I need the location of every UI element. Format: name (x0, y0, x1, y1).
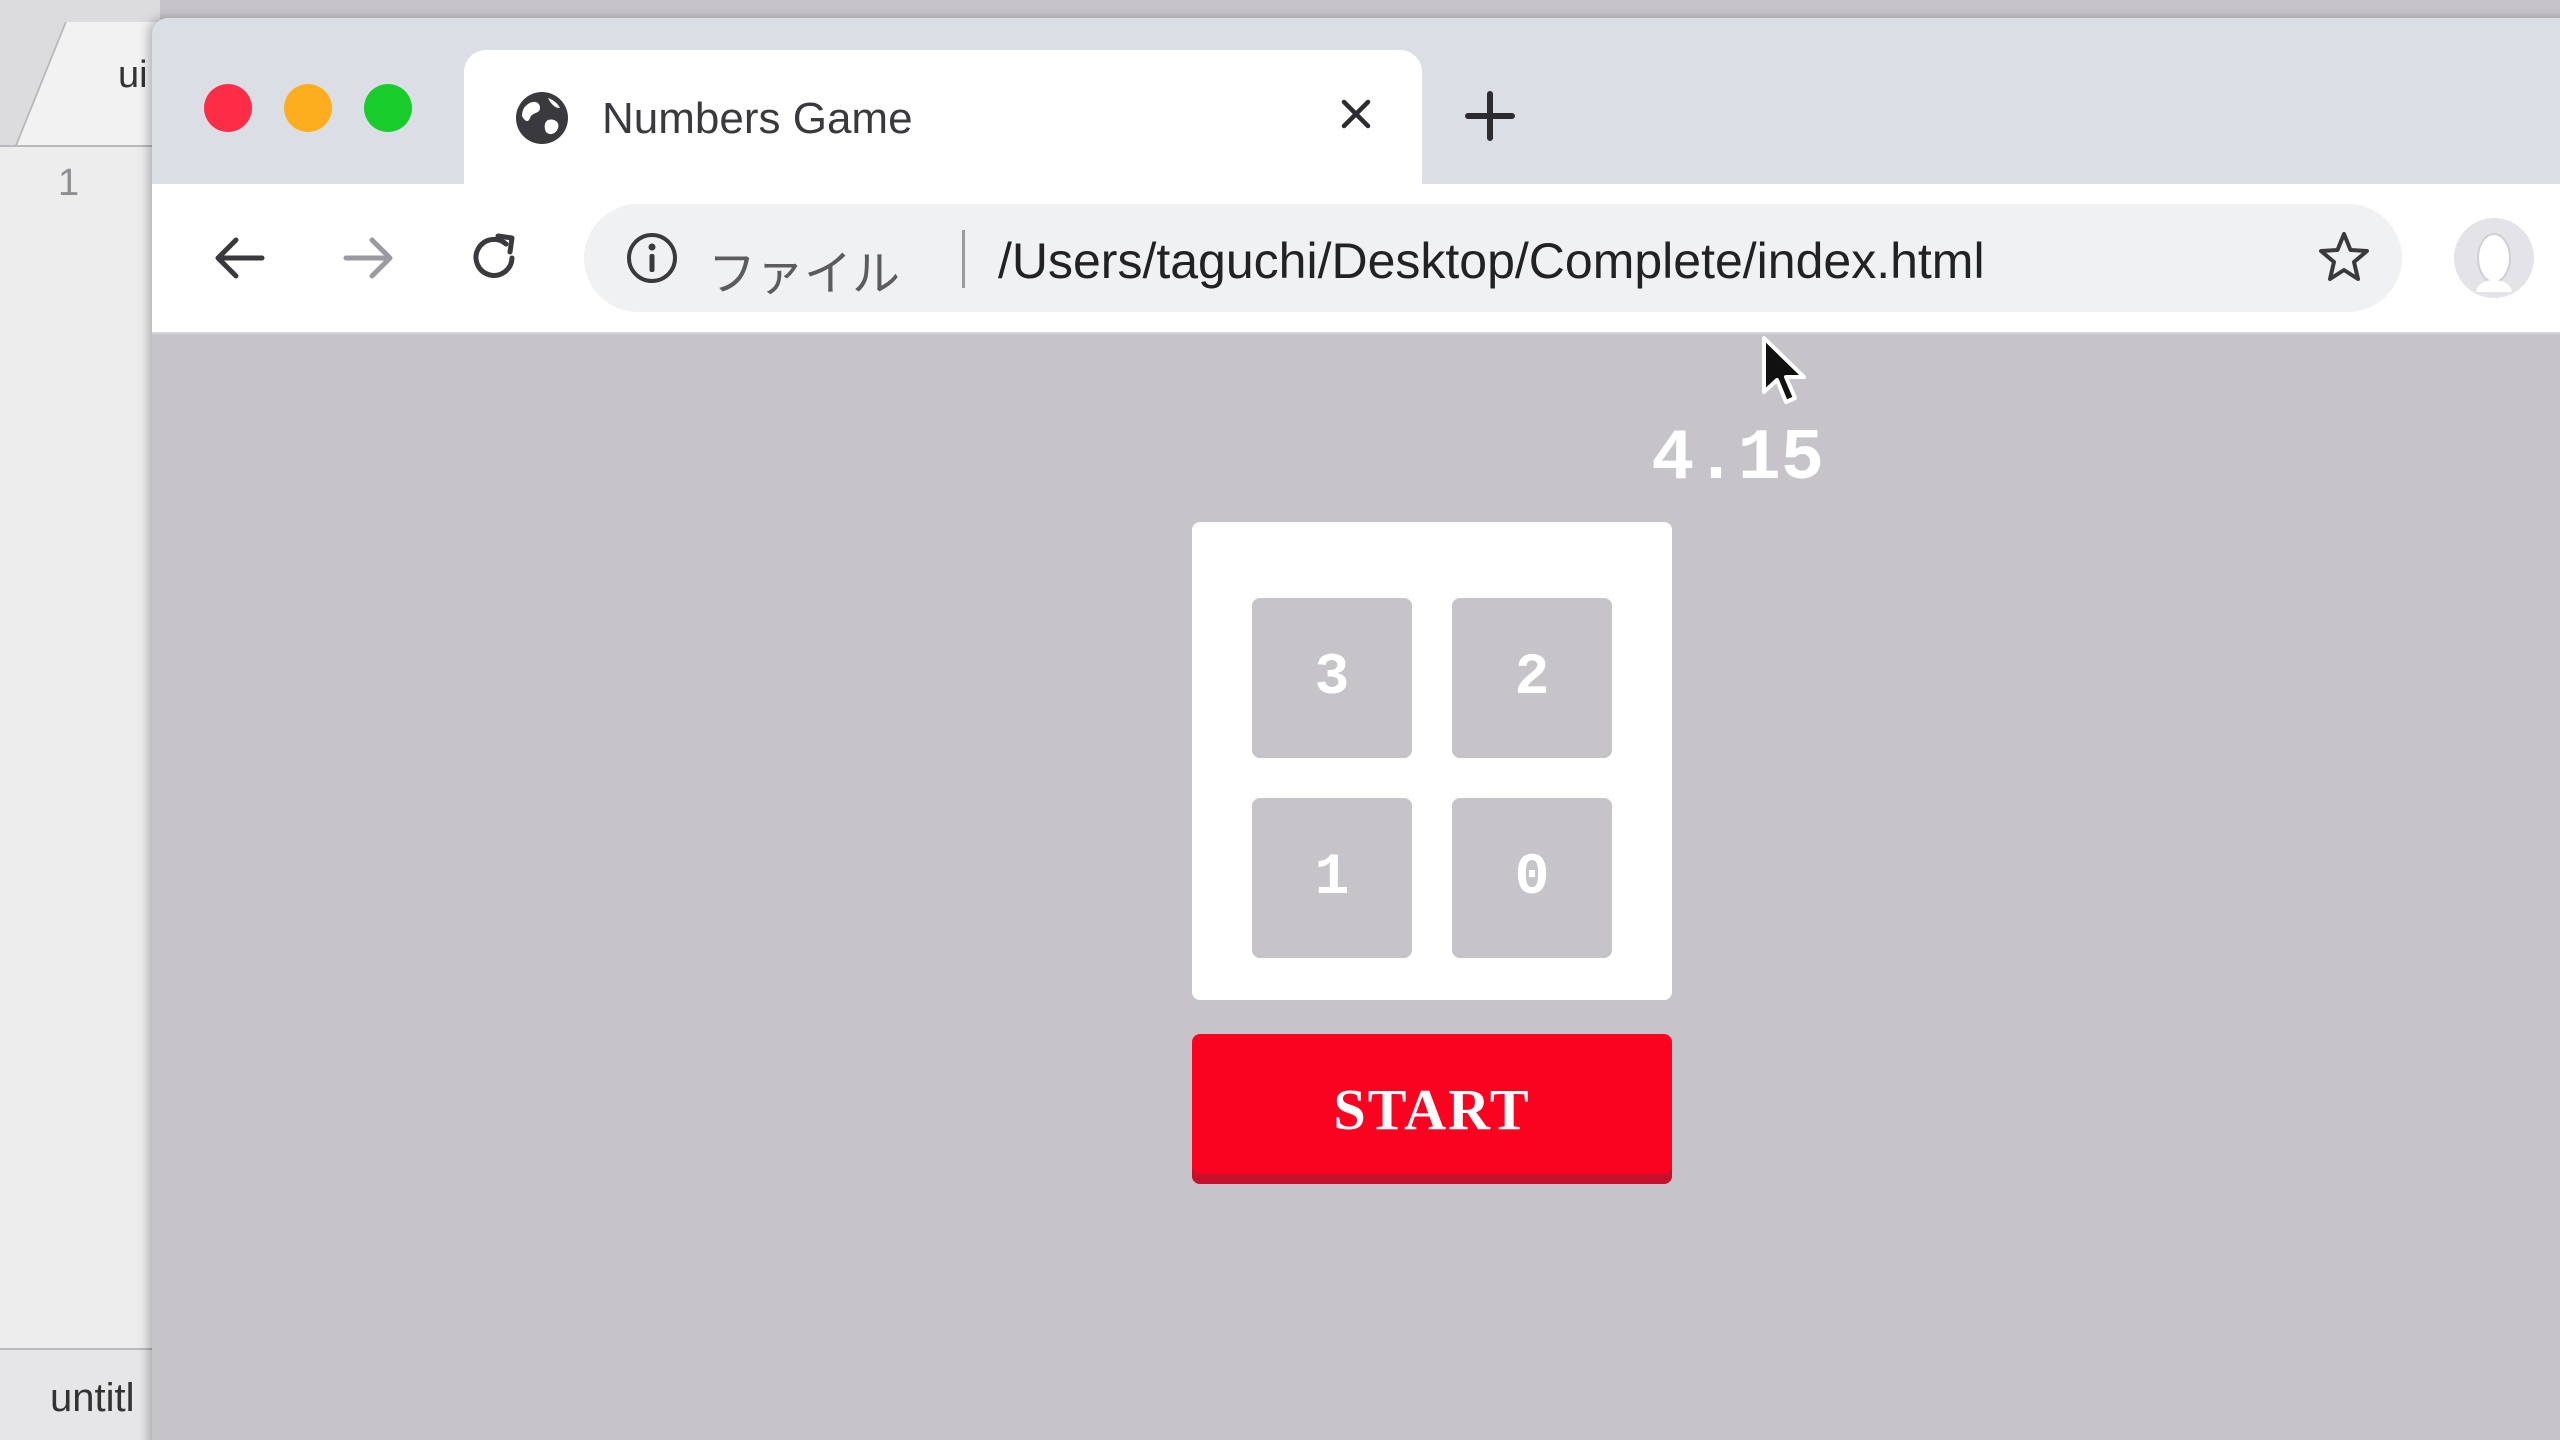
screen: ui 1 untitl Numbers Game ファイル /Users/tag… (0, 0, 2560, 1440)
tab-title: Numbers Game (602, 94, 913, 143)
bookmark-star-icon[interactable] (2314, 228, 2374, 288)
editor-status-label: untitl (50, 1376, 135, 1420)
profile-avatar[interactable] (2454, 218, 2534, 298)
start-button[interactable]: START (1192, 1034, 1672, 1184)
page-content: 4.15 3 2 1 0 START (152, 334, 2560, 1440)
timer-display: 4.15 (1651, 418, 1824, 500)
number-cell[interactable]: 0 (1452, 798, 1612, 958)
editor-tab-label: ui (118, 54, 148, 96)
tab-numbers-game[interactable]: Numbers Game (464, 50, 1422, 184)
reload-icon[interactable] (456, 220, 532, 296)
url-text[interactable]: /Users/taguchi/Desktop/Complete/index.ht… (998, 232, 1985, 290)
browser-window: Numbers Game ファイル /Users/taguchi/Desktop… (152, 18, 2560, 1440)
info-icon[interactable] (624, 230, 680, 286)
close-tab-icon[interactable] (1326, 84, 1386, 144)
tab-strip: Numbers Game (152, 18, 2560, 184)
number-cell[interactable]: 3 (1252, 598, 1412, 758)
scheme-label: ファイル (708, 248, 901, 301)
editor-tab-bar: ui (0, 0, 207, 147)
maximize-window-button[interactable] (364, 84, 412, 132)
forward-arrow-icon[interactable] (330, 220, 406, 296)
new-tab-icon[interactable] (1454, 80, 1526, 152)
browser-toolbar: ファイル /Users/taguchi/Desktop/Complete/ind… (152, 184, 2560, 334)
number-cell[interactable]: 1 (1252, 798, 1412, 958)
editor-window: ui 1 untitl (0, 0, 207, 1440)
globe-icon (514, 90, 570, 146)
minimize-window-button[interactable] (284, 84, 332, 132)
address-divider (962, 230, 965, 288)
game-board: 3 2 1 0 (1192, 522, 1672, 1000)
number-cell[interactable]: 2 (1452, 598, 1612, 758)
address-bar[interactable]: ファイル /Users/taguchi/Desktop/Complete/ind… (584, 204, 2402, 312)
back-arrow-icon[interactable] (202, 220, 278, 296)
editor-line-number: 1 (58, 162, 80, 204)
close-window-button[interactable] (204, 84, 252, 132)
